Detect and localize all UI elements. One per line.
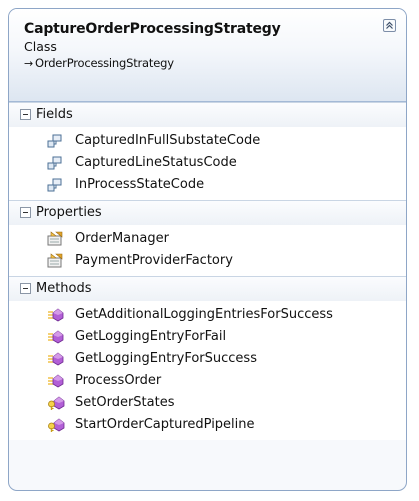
inherit-arrow-icon: → <box>24 57 34 70</box>
method-name: GetLoggingEntryForFail <box>75 329 227 344</box>
methods-section-title: Methods <box>36 281 92 296</box>
collapse-toggle-icon[interactable] <box>20 109 31 120</box>
field-item[interactable]: CapturedInFullSubstateCode <box>9 130 406 152</box>
fields-list: CapturedInFullSubstateCode CapturedLineS… <box>9 127 406 200</box>
method-icon <box>48 308 64 322</box>
method-name: GetAdditionalLoggingEntriesForSuccess <box>75 307 333 322</box>
method-item[interactable]: ProcessOrder <box>9 370 406 392</box>
class-kind: Class <box>24 39 57 54</box>
property-name: PaymentProviderFactory <box>75 253 233 268</box>
method-name: GetLoggingEntryForSuccess <box>75 351 257 366</box>
method-name: StartOrderCapturedPipeline <box>75 417 255 432</box>
method-icon <box>48 374 64 388</box>
methods-section-header[interactable]: Methods <box>9 276 406 301</box>
double-chevron-up-icon[interactable] <box>383 19 396 32</box>
class-shape[interactable]: CaptureOrderProcessingStrategy Class → Or… <box>8 8 407 491</box>
methods-list: GetAdditionalLoggingEntriesForSuccess Ge… <box>9 301 406 440</box>
property-name: OrderManager <box>75 231 169 246</box>
field-name: InProcessStateCode <box>75 177 205 192</box>
method-item[interactable]: StartOrderCapturedPipeline <box>9 414 406 436</box>
field-item[interactable]: CapturedLineStatusCode <box>9 152 406 174</box>
properties-section-title: Properties <box>36 205 102 220</box>
collapse-toggle-icon[interactable] <box>20 283 31 294</box>
class-name: CaptureOrderProcessingStrategy <box>24 21 281 37</box>
base-class: → OrderProcessingStrategy <box>24 55 406 72</box>
property-item[interactable]: PaymentProviderFactory <box>9 250 406 272</box>
field-name: CapturedLineStatusCode <box>75 155 237 170</box>
fields-section-header[interactable]: Fields <box>9 102 406 127</box>
method-item[interactable]: GetLoggingEntryForFail <box>9 326 406 348</box>
field-name: CapturedInFullSubstateCode <box>75 133 261 148</box>
property-item[interactable]: OrderManager <box>9 228 406 250</box>
method-icon <box>48 352 64 366</box>
property-icon <box>47 231 63 246</box>
method-item[interactable]: SetOrderStates <box>9 392 406 414</box>
properties-list: OrderManager PaymentProviderFactory <box>9 225 406 276</box>
property-icon <box>47 253 63 268</box>
base-class-name: OrderProcessingStrategy <box>35 56 174 70</box>
field-icon <box>47 178 62 192</box>
protected-method-icon <box>48 396 65 410</box>
method-name: ProcessOrder <box>75 373 162 388</box>
method-icon <box>48 330 64 344</box>
field-item[interactable]: InProcessStateCode <box>9 174 406 196</box>
method-name: SetOrderStates <box>75 395 175 410</box>
properties-section-header[interactable]: Properties <box>9 200 406 225</box>
fields-section-title: Fields <box>36 107 73 122</box>
field-icon <box>47 134 62 148</box>
class-header[interactable]: CaptureOrderProcessingStrategy Class → Or… <box>9 9 406 102</box>
collapse-toggle-icon[interactable] <box>20 207 31 218</box>
protected-method-icon <box>48 418 65 432</box>
field-icon <box>47 156 62 170</box>
method-item[interactable]: GetLoggingEntryForSuccess <box>9 348 406 370</box>
method-item[interactable]: GetAdditionalLoggingEntriesForSuccess <box>9 304 406 326</box>
